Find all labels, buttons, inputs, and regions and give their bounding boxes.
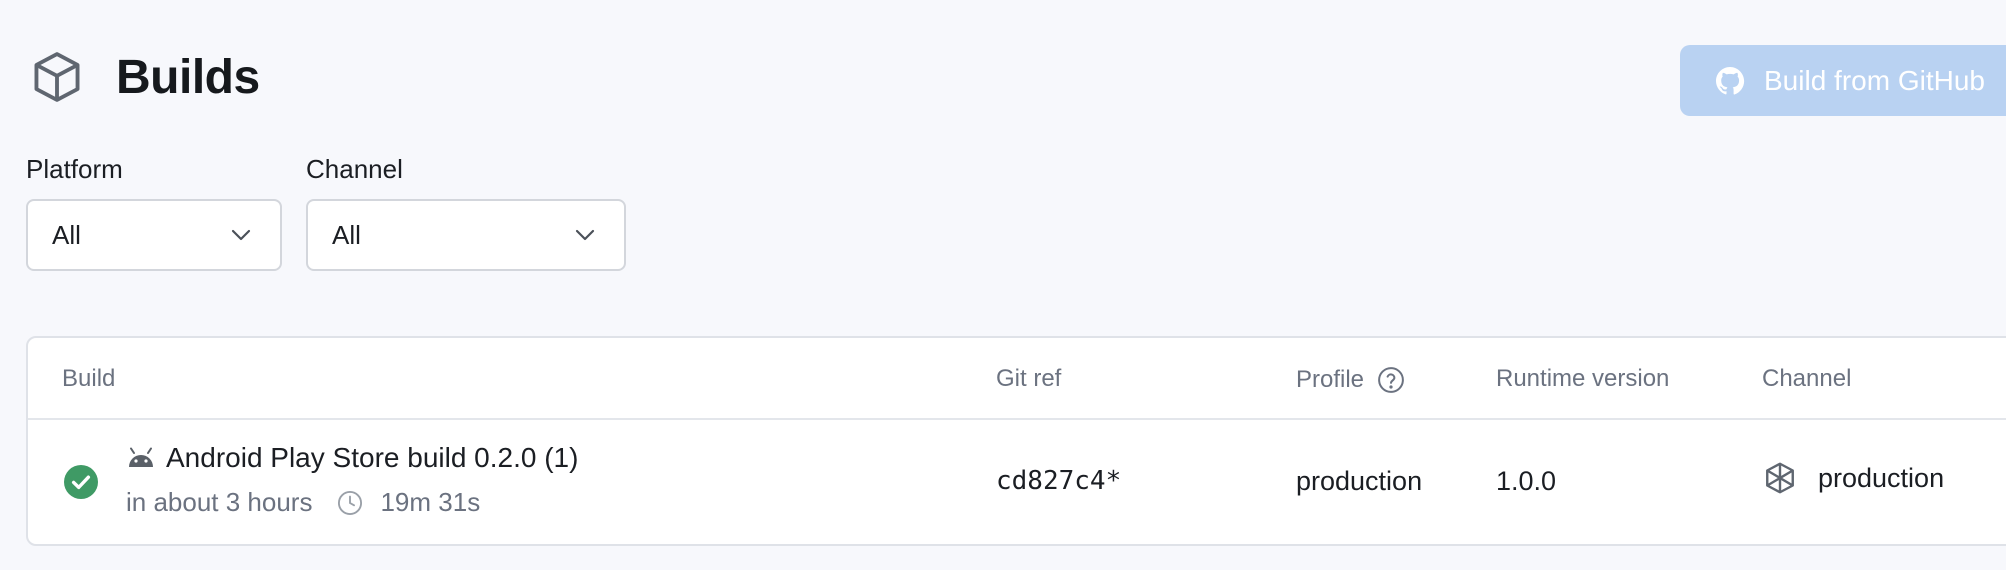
column-header-channel: Channel	[1762, 365, 1852, 392]
table-row[interactable]: Android Play Store build 0.2.0 (1) in ab…	[28, 420, 2006, 544]
platform-filter-label: Platform	[26, 154, 123, 184]
chevron-down-icon	[574, 228, 596, 242]
platform-filter: Platform All	[26, 154, 282, 271]
column-header-build: Build	[62, 365, 116, 392]
channel-name: production	[1818, 462, 1945, 493]
column-header-git-ref: Git ref	[996, 365, 1062, 392]
page-header: Builds	[28, 48, 260, 106]
build-button-label: Build from GitHub	[1764, 64, 1985, 96]
android-icon	[126, 447, 156, 469]
build-profile: production	[1296, 466, 1423, 496]
channel-select[interactable]: All	[306, 199, 626, 271]
page-title: Builds	[116, 50, 260, 104]
build-title: Android Play Store build 0.2.0 (1)	[126, 442, 578, 474]
git-ref[interactable]: cd827c4*	[996, 466, 1121, 496]
column-header-profile: Profile	[1296, 365, 1406, 395]
platform-select[interactable]: All	[26, 199, 282, 271]
build-duration: 19m 31s	[380, 487, 481, 517]
platform-select-value: All	[52, 219, 81, 250]
channel-filter-label: Channel	[306, 154, 403, 184]
runtime-version: 1.0.0	[1496, 466, 1557, 496]
build-from-github-button[interactable]: Build from GitHub	[1680, 45, 2006, 116]
builds-page: Builds Build from GitHub Platform All Ch…	[0, 0, 2006, 570]
cube-icon	[28, 48, 86, 106]
builds-table: Build Git ref Profile Runtime version Ch…	[26, 336, 2006, 546]
build-title-text[interactable]: Android Play Store build 0.2.0 (1)	[166, 442, 578, 474]
clock-icon	[336, 489, 364, 517]
channel-filter: Channel All	[306, 154, 626, 271]
channel-select-value: All	[332, 219, 361, 250]
help-circle-icon[interactable]	[1376, 365, 1406, 395]
channel-cell[interactable]: production	[1762, 460, 1944, 496]
column-header-profile-label: Profile	[1296, 366, 1365, 393]
table-header: Build Git ref Profile Runtime version Ch…	[28, 338, 2006, 420]
build-meta: in about 3 hours 19m 31s	[126, 487, 480, 518]
channel-icon	[1762, 460, 1798, 496]
column-header-runtime-version: Runtime version	[1496, 365, 1670, 392]
build-time: in about 3 hours	[126, 487, 313, 517]
github-icon	[1714, 65, 1746, 97]
success-check-icon	[64, 465, 98, 499]
chevron-down-icon	[230, 228, 252, 242]
